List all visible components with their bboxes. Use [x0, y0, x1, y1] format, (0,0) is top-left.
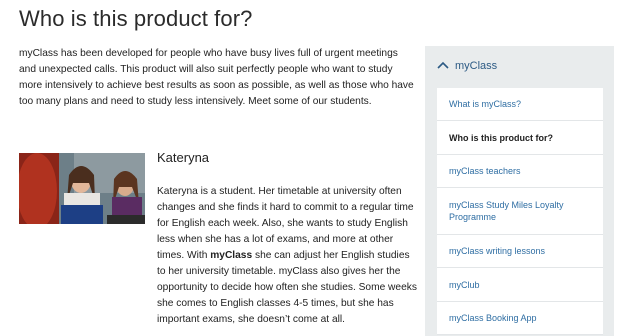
sidebar-item-myclass-teachers[interactable]: myClass teachers — [437, 155, 603, 188]
profile-text-end: she can adjust her English studies to he… — [157, 250, 417, 325]
sidebar-header[interactable]: myClass — [437, 60, 497, 72]
sidebar-menu: What is myClass? Who is this product for… — [437, 88, 603, 335]
profile-name: Kateryna — [157, 150, 210, 165]
sidebar-header-label: myClass — [455, 60, 498, 72]
sidebar-item-what-is-myclass[interactable]: What is myClass? — [437, 88, 603, 121]
profile-description: Kateryna is a student. Her timetable at … — [157, 184, 419, 328]
sidebar-item-writing-lessons[interactable]: myClass writing lessons — [437, 235, 603, 268]
sidebar-item-booking-app[interactable]: myClass Booking App — [437, 302, 603, 335]
sidebar-item-myclub[interactable]: myClub — [437, 268, 603, 302]
sidebar-item-study-miles[interactable]: myClass Study Miles Loyalty Programme — [437, 188, 603, 235]
sidebar: myClass What is myClass? Who is this pro… — [425, 46, 614, 336]
sidebar-item-who-is-this-product-for: Who is this product for? — [437, 121, 603, 155]
student-photo — [19, 153, 145, 224]
page-title: Who is this product for? — [19, 6, 253, 31]
chevron-up-icon — [437, 60, 455, 72]
students-image — [19, 153, 145, 224]
profile-text-bold: myClass — [210, 250, 253, 261]
intro-paragraph: myClass has been developed for people wh… — [19, 48, 414, 107]
